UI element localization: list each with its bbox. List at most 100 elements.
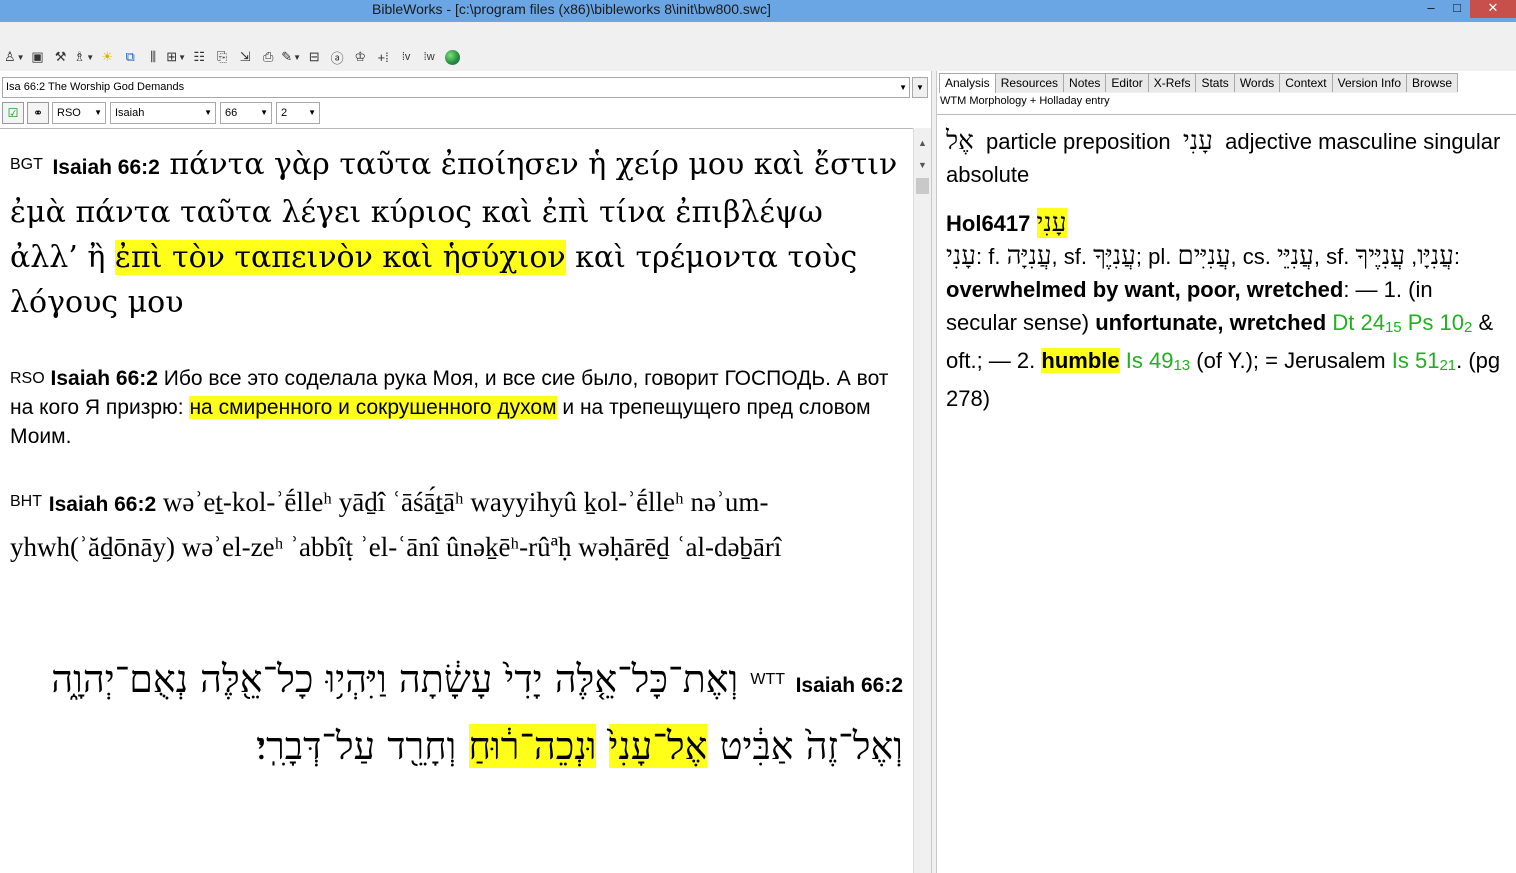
notes-icon[interactable]: ✎ ▼ xyxy=(281,46,301,68)
add-icon[interactable]: +⁞ xyxy=(373,46,393,68)
verse-reference-box[interactable]: Isa 66:2 The Worship God Demands ▼ xyxy=(2,77,910,98)
highlighted-text[interactable]: אֶל־עָנִי֙ xyxy=(608,724,708,768)
analysis-window: Analysis Resources Notes Editor X-Refs S… xyxy=(937,71,1516,873)
tab-version-info[interactable]: Version Info xyxy=(1331,73,1407,92)
lexicon-entry: Hol6417 עָנִי xyxy=(946,207,1507,240)
verse-ref[interactable]: Isaiah 66:2 xyxy=(52,156,159,179)
form-label: sf. xyxy=(1326,244,1350,269)
verse-ref[interactable]: Isaiah 66:2 xyxy=(49,493,156,516)
vertical-scrollbar[interactable]: ▲ ▼ xyxy=(913,128,931,873)
tab-analysis[interactable]: Analysis xyxy=(939,73,996,93)
close-button[interactable]: ✕ xyxy=(1470,0,1516,18)
tab-words[interactable]: Words xyxy=(1233,73,1281,92)
word-icon[interactable]: ⁞w xyxy=(419,46,439,68)
version-label: RSO xyxy=(10,370,45,387)
verse-icon[interactable]: ⁞v xyxy=(396,46,416,68)
sense-gloss: humble xyxy=(1041,348,1120,373)
tab-context[interactable]: Context xyxy=(1279,73,1333,92)
lookup-icon[interactable]: ♗ ▼ xyxy=(74,46,95,68)
sense-gloss: unfortunate, wretched xyxy=(1095,310,1327,335)
verse-wtt[interactable]: WTT Isaiah 66:2 וְאֶת־כָּל־אֵ֤לֶּה יָדִי… xyxy=(10,649,903,776)
navigation-row: ☑ ⚭ RSO ▼ Isaiah ▼ 66 ▼ 2 ▼ xyxy=(2,101,324,124)
title-bar: BibleWorks - [c:\program files (x86)\bib… xyxy=(0,0,1516,22)
version-select[interactable]: RSO ▼ xyxy=(52,101,106,124)
entry-gloss: overwhelmed by want, poor, wretched xyxy=(946,277,1344,302)
scripture-link[interactable]: Is 5121 xyxy=(1392,348,1456,374)
person-icon[interactable]: ♙ ▼ xyxy=(4,46,25,68)
verse-header: WTT Isaiah 66:2 xyxy=(750,650,903,716)
tab-stats[interactable]: Stats xyxy=(1195,73,1235,92)
morph-word[interactable]: אֶל xyxy=(946,126,974,156)
verse-bht[interactable]: BHT Isaiah 66:2 wǝʾeṯ-kol-ʾḗlleʰ yāḏî ʿā… xyxy=(10,481,900,568)
entry-form[interactable]: עֲנִיֶּךָ xyxy=(1093,241,1136,271)
menu-area xyxy=(0,22,1516,43)
analysis-tabs: Analysis Resources Notes Editor X-Refs S… xyxy=(939,73,1459,93)
version-label: WTT xyxy=(750,671,786,688)
morphology-line: אֶל particle preposition עָנִי adjective… xyxy=(946,125,1507,191)
export-icon[interactable]: ⇲ xyxy=(235,46,255,68)
form-label: cs. xyxy=(1242,244,1271,269)
search-window-icon[interactable]: ▣ xyxy=(28,46,48,68)
scripture-link[interactable]: Ps 102 xyxy=(1408,310,1473,336)
maximize-button[interactable]: □ xyxy=(1444,0,1470,18)
browse-window[interactable]: BGT Isaiah 66:2 πάντα γὰρ ταῦτα ἐποίησεν… xyxy=(0,128,913,873)
highlighted-text[interactable]: ἐπὶ τὸν ταπεινὸν καὶ ἡσύχιον xyxy=(114,240,566,275)
globe-icon[interactable] xyxy=(442,46,462,68)
scroll-thumb[interactable] xyxy=(916,178,929,194)
entry-form[interactable]: עֲנִיִּים xyxy=(1178,241,1231,271)
split-icon[interactable]: ⊟ xyxy=(304,46,324,68)
link-icon[interactable]: ⚭ xyxy=(27,101,49,124)
scripture-link[interactable]: Is 4913 xyxy=(1126,348,1190,374)
entry-id: Hol6417 xyxy=(946,211,1031,236)
tools-icon[interactable]: ⚒ xyxy=(51,46,71,68)
entry-form[interactable]: עֲנִיָּה xyxy=(1007,241,1052,271)
print-icon[interactable]: ⎙ xyxy=(258,46,278,68)
windows-icon[interactable]: ⧉ xyxy=(120,46,140,68)
verse-ref[interactable]: Isaiah 66:2 xyxy=(796,674,903,697)
analysis-content[interactable]: אֶל particle preposition עָנִי adjective… xyxy=(937,114,1516,873)
scroll-up-icon[interactable]: ▲ xyxy=(918,138,927,148)
version-label: BGT xyxy=(10,156,43,173)
entry-lemma[interactable]: עָנִי xyxy=(1036,208,1067,238)
chapter-select[interactable]: 66 ▼ xyxy=(220,101,272,124)
entry-text: (of Y.); = Jerusalem xyxy=(1196,348,1386,373)
columns-icon[interactable]: ⫼ xyxy=(143,46,163,68)
dropdown-button[interactable]: ▼ xyxy=(912,77,928,98)
verse-bgt[interactable]: BGT Isaiah 66:2 πάντα γὰρ ταῦτα ἐποίησεν… xyxy=(10,142,900,325)
main-toolbar: ♙ ▼ ▣ ⚒ ♗ ▼ ☀ ⧉ ⫼ ⊞ ▼ ☷ ⎘ ⇲ ⎙ ✎ ▼ ⊟ ⓐ ♔ +⁞ ⁞… xyxy=(0,43,1516,71)
checkbox-icon[interactable]: ☑ xyxy=(2,101,24,124)
morph-word[interactable]: עָנִי xyxy=(1183,126,1213,156)
entry-body: עָנִי: f. עֲנִיָּה, sf. עֲנִיֶּךָ; pl. ע… xyxy=(946,241,1501,411)
tab-editor[interactable]: Editor xyxy=(1105,73,1149,92)
verse-rso[interactable]: RSO Isaiah 66:2 Ибо все это соделала рук… xyxy=(10,364,900,451)
tab-x-refs[interactable]: X-Refs xyxy=(1147,73,1197,92)
scripture-link[interactable]: Dt 2415 xyxy=(1332,310,1401,336)
verse-ref[interactable]: Isaiah 66:2 xyxy=(51,367,158,390)
grid-icon[interactable]: ⊞ ▼ xyxy=(166,46,186,68)
text-icon[interactable]: ⓐ xyxy=(327,46,347,68)
entry-form[interactable]: עֲנִיֶּיךָ xyxy=(1355,241,1405,271)
minimize-button[interactable]: – xyxy=(1418,0,1444,18)
copy-icon[interactable]: ⎘ xyxy=(212,46,232,68)
tab-browse[interactable]: Browse xyxy=(1406,73,1459,92)
list-icon[interactable]: ☷ xyxy=(189,46,209,68)
form-label: sf. xyxy=(1063,244,1088,269)
form-label: pl. xyxy=(1148,244,1172,269)
highlighted-text[interactable]: на смиренного и сокрушенного духом xyxy=(189,396,557,419)
form-label: f. xyxy=(988,244,1001,269)
entry-form[interactable]: עָנִי xyxy=(946,241,976,271)
entry-form[interactable]: עֲנִיֵּי xyxy=(1277,241,1314,271)
highlighted-text[interactable]: וּנְכֵה־ר֔וּחַ xyxy=(468,724,597,768)
morph-desc: particle preposition xyxy=(986,129,1171,154)
tab-resources[interactable]: Resources xyxy=(994,73,1065,92)
scroll-down-icon[interactable]: ▼ xyxy=(918,160,927,170)
highlight-icon[interactable]: ☀ xyxy=(97,46,117,68)
verse-text[interactable]: וְחָרֵ֖ד עַל־דְּבָרִֽי׃ xyxy=(256,724,456,768)
window-controls: – □ ✕ xyxy=(1418,0,1516,22)
chevron-down-icon[interactable]: ▼ xyxy=(899,78,907,97)
verse-select[interactable]: 2 ▼ xyxy=(276,101,320,124)
entry-form[interactable]: עֲנִיָּו xyxy=(1417,241,1454,271)
book-select[interactable]: Isaiah ▼ xyxy=(110,101,216,124)
user-icon[interactable]: ♔ xyxy=(350,46,370,68)
tab-notes[interactable]: Notes xyxy=(1063,73,1107,92)
